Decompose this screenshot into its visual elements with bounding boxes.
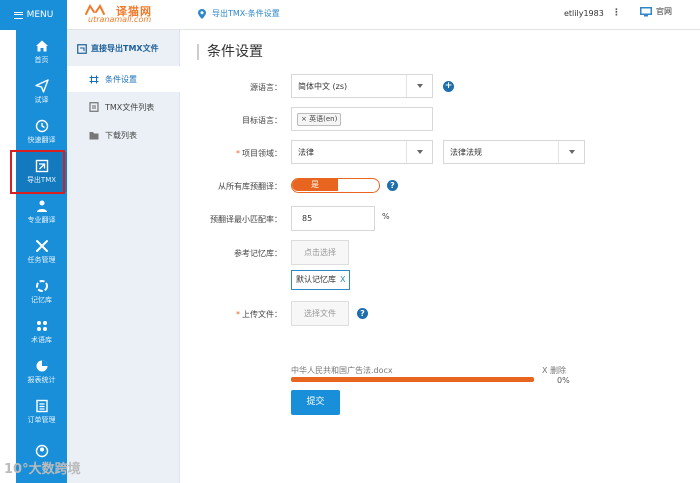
nav-item-quick-translate[interactable]: 快速翻译 — [16, 112, 67, 152]
subnav-title: 直接导出TMX文件 — [77, 43, 159, 54]
upload-label-text: 上传文件： — [242, 310, 282, 319]
target-lang-label: 目标语言： — [242, 116, 282, 125]
target-lang-input[interactable]: × 英语(en) — [291, 107, 433, 131]
clock-icon — [35, 119, 48, 133]
app-window: MENU 译猫网 utranamall.com 导出TMX-条件设置 etlil… — [0, 0, 700, 483]
official-site-link[interactable]: 官网 — [640, 6, 672, 17]
chevron-down-icon — [406, 141, 432, 163]
nav-label: 术语库 — [31, 336, 52, 344]
domain-label-text: 项目领域： — [242, 149, 282, 158]
account-icon — [35, 444, 48, 458]
choose-memory-button[interactable]: 点击选择 — [291, 240, 349, 265]
nav-label: 专业翻译 — [27, 216, 56, 224]
subnav-item-tmx-list[interactable]: TMX文件列表 — [67, 94, 180, 120]
toggle-on-label: 是 — [292, 179, 338, 191]
top-bar: MENU 译猫网 utranamall.com 导出TMX-条件设置 etlil… — [0, 0, 700, 30]
file-name: 中华人民共和国广告法.docx — [291, 366, 393, 375]
percent-sign: % — [382, 212, 390, 221]
min-match-label: 预翻译最小匹配率： — [210, 215, 282, 224]
upload-label: * 上传文件： — [236, 309, 282, 320]
subnav-item-label: 下载列表 — [105, 130, 137, 140]
nav-label: 任务管理 — [27, 256, 56, 264]
nav-label: 快速翻译 — [27, 136, 56, 144]
nav-item-orders[interactable]: 订单管理 — [16, 392, 67, 432]
pretranslate-label: 从所有库预翻译： — [218, 182, 282, 191]
domain-select[interactable]: 法律 — [291, 140, 433, 164]
subnav-item-downloads[interactable]: 下载列表 — [67, 122, 180, 148]
help-icon[interactable]: ? — [387, 180, 398, 191]
delete-file-link[interactable]: X 删除 — [542, 365, 566, 376]
nav-item-reports[interactable]: 报表统计 — [16, 352, 67, 392]
pretranslate-toggle[interactable]: 是 — [291, 178, 380, 193]
nav-item-term-bank[interactable]: 术语库 — [16, 312, 67, 352]
close-icon[interactable]: X — [340, 275, 345, 284]
nav-item-home[interactable]: 首页 — [16, 32, 67, 72]
min-match-input[interactable]: 85 — [291, 206, 375, 231]
nav-item-memory-bank[interactable]: 记忆库 — [16, 272, 67, 312]
send-icon — [34, 79, 49, 93]
add-icon[interactable]: + — [443, 81, 454, 92]
submit-button[interactable]: 提交 — [291, 390, 340, 415]
target-lang-tag[interactable]: × 英语(en) — [297, 113, 342, 126]
export-file-icon — [77, 43, 87, 54]
menu-label: MENU — [26, 10, 54, 20]
source-lang-value: 简体中文 (zs) — [298, 81, 348, 91]
watermark: 10°大数跨境 — [4, 462, 81, 477]
subnav-item-conditions[interactable]: 条件设置 — [67, 66, 180, 92]
subdomain-value: 法律法规 — [450, 147, 482, 157]
source-lang-label: 源语言： — [250, 83, 282, 92]
menu-button[interactable]: MENU — [0, 0, 67, 30]
location-pin-icon — [198, 8, 206, 19]
source-lang-select[interactable]: 简体中文 (zs) — [291, 74, 433, 98]
dots-icon — [36, 321, 47, 331]
subnav-title-text: 直接导出TMX文件 — [91, 44, 159, 53]
settings-frame-icon — [89, 75, 99, 83]
site-label: 官网 — [656, 7, 672, 16]
page-title: 条件设置 — [197, 44, 263, 60]
nav-label: 订单管理 — [27, 416, 56, 424]
home-icon — [35, 40, 48, 52]
list-icon — [35, 399, 48, 413]
breadcrumb: 导出TMX-条件设置 — [198, 8, 280, 19]
upload-progress-bar — [291, 377, 534, 382]
left-nav: 首页 试译 快速翻译 导出TMX 专业翻译 任务管理 记忆库 术语库 报表统计 … — [16, 30, 67, 483]
nav-label: 试译 — [34, 96, 49, 104]
logo[interactable]: 译猫网 utranamall.com — [84, 3, 174, 27]
domain-value: 法律 — [298, 147, 314, 157]
help-icon[interactable]: ? — [357, 308, 368, 319]
domain-label: * 项目领域： — [236, 148, 282, 159]
tools-icon — [35, 240, 48, 252]
nav-item-pro-translate[interactable]: 专业翻译 — [16, 192, 67, 232]
upload-progress-text: 0% — [557, 376, 570, 385]
ring-icon — [35, 280, 48, 292]
subnav-item-label: 条件设置 — [105, 74, 137, 84]
nav-label: 记忆库 — [31, 296, 52, 304]
subnav-item-label: TMX文件列表 — [105, 102, 155, 112]
nav-label: 首页 — [34, 56, 49, 64]
breadcrumb-text[interactable]: 导出TMX-条件设置 — [212, 8, 280, 19]
required-mark: * — [236, 149, 240, 158]
users-icon — [36, 200, 47, 212]
pie-icon — [36, 360, 47, 372]
required-mark: * — [236, 310, 240, 319]
chevron-down-icon — [558, 141, 584, 163]
monitor-icon — [640, 6, 652, 16]
more-icon[interactable]: ⋮ — [612, 8, 621, 18]
folder-icon — [89, 131, 99, 139]
sub-nav: 直接导出TMX文件 条件设置 TMX文件列表 下载列表 — [67, 30, 180, 483]
hamburger-icon — [13, 11, 23, 19]
choose-file-button[interactable]: 选择文件 — [291, 301, 349, 326]
highlight-box — [10, 150, 65, 194]
username[interactable]: etlily1983 — [564, 9, 604, 18]
file-icon — [89, 102, 99, 112]
subdomain-select[interactable]: 法律法规 — [443, 140, 585, 164]
logo-domain: utranamall.com — [88, 15, 152, 24]
nav-label: 报表统计 — [27, 376, 56, 384]
memory-tag-text: 默认记忆库 — [296, 275, 336, 284]
chevron-down-icon — [406, 75, 432, 97]
memory-tag: 默认记忆库 X — [291, 270, 351, 290]
nav-item-task-manage[interactable]: 任务管理 — [16, 232, 67, 272]
nav-item-trial[interactable]: 试译 — [16, 72, 67, 112]
memory-label: 参考记忆库： — [234, 249, 282, 258]
